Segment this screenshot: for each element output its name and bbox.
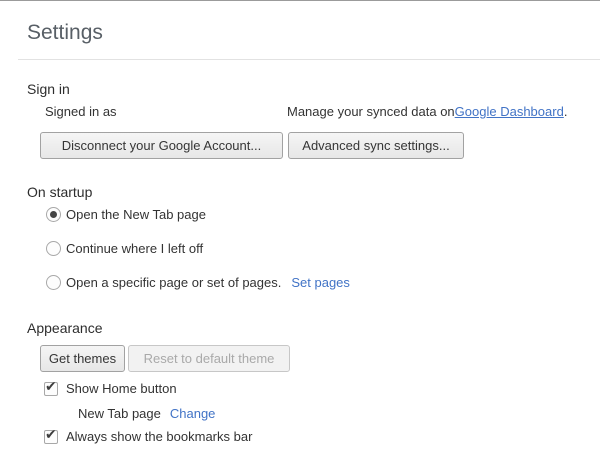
- disconnect-google-account-button[interactable]: Disconnect your Google Account...: [40, 132, 283, 159]
- get-themes-button[interactable]: Get themes: [40, 345, 125, 372]
- advanced-sync-settings-button[interactable]: Advanced sync settings...: [288, 132, 464, 159]
- window-top-edge: [0, 0, 600, 1]
- home-page-value: New Tab page: [78, 406, 161, 421]
- reset-default-theme-button: Reset to default theme: [128, 345, 290, 372]
- bookmarks-bar-row[interactable]: Always show the bookmarks bar: [44, 429, 252, 444]
- set-pages-link[interactable]: Set pages: [291, 275, 350, 290]
- title-divider: [18, 59, 600, 60]
- startup-option-label: Open the New Tab page: [66, 207, 206, 222]
- manage-synced-text: Manage your synced data on: [287, 104, 455, 119]
- startup-option-specific-pages[interactable]: Open a specific page or set of pages. Se…: [46, 275, 350, 290]
- startup-option-label: Continue where I left off: [66, 241, 203, 256]
- radio-button[interactable]: [46, 241, 61, 256]
- startup-option-new-tab[interactable]: Open the New Tab page: [46, 207, 206, 222]
- signed-in-as-row: Signed in as: [45, 104, 117, 119]
- manage-synced-data-row: Manage your synced data on Google Dashbo…: [287, 104, 567, 119]
- on-startup-section-heading: On startup: [27, 184, 92, 200]
- startup-option-continue[interactable]: Continue where I left off: [46, 241, 203, 256]
- google-dashboard-link[interactable]: Google Dashboard: [455, 104, 564, 119]
- change-home-page-link[interactable]: Change: [170, 406, 216, 421]
- home-page-row: New Tab page Change: [78, 406, 215, 421]
- startup-option-label: Open a specific page or set of pages.: [66, 275, 281, 290]
- checkbox[interactable]: [44, 430, 58, 444]
- signin-section-heading: Sign in: [27, 81, 70, 97]
- checkbox[interactable]: [44, 382, 58, 396]
- show-home-button-label: Show Home button: [66, 381, 177, 396]
- page-title: Settings: [27, 21, 103, 45]
- bookmarks-bar-label: Always show the bookmarks bar: [66, 429, 252, 444]
- manage-synced-period: .: [564, 104, 568, 119]
- show-home-button-row[interactable]: Show Home button: [44, 381, 177, 396]
- signed-in-as-label: Signed in as: [45, 104, 117, 119]
- radio-button[interactable]: [46, 275, 61, 290]
- radio-button[interactable]: [46, 207, 61, 222]
- appearance-section-heading: Appearance: [27, 320, 103, 336]
